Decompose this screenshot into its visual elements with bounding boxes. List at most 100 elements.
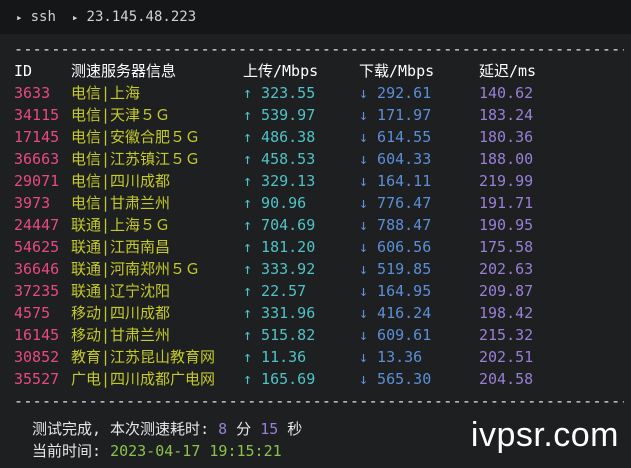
divider-top: ----------------------------------------… xyxy=(14,40,624,58)
summary: 测试完成, 本次测速耗时: 8 分 15 秒 当前时间: 2023-04-17 … xyxy=(32,418,302,462)
row-server: 电信|上海 xyxy=(71,84,141,102)
row-upload: ↑ 181.20 xyxy=(243,238,316,256)
row-id: 37235 xyxy=(14,282,60,300)
row-server: 电信|安徽合肥５Ｇ xyxy=(71,128,201,146)
row-latency: 190.95 xyxy=(479,216,534,234)
row-id: 30852 xyxy=(14,348,60,366)
row-latency: 219.99 xyxy=(479,172,534,190)
row-upload: ↑ 90.96 xyxy=(243,194,307,212)
row-download: ↓ 788.47 xyxy=(359,216,432,234)
result-table: 3633 电信|上海 ↑ 323.55 ↓ 292.61 140.62 34115 电信|天… xyxy=(14,82,624,390)
row-upload: ↑ 486.38 xyxy=(243,128,316,146)
row-upload: ↑ 539.97 xyxy=(243,106,316,124)
row-download: ↓ 776.47 xyxy=(359,194,432,212)
table-row: 36646 联通|河南郑州５Ｇ ↑ 333.92 ↓ 519.85 202.63 xyxy=(14,258,624,280)
duration-sec-unit: 秒 xyxy=(278,420,303,438)
row-server: 联通|江西南昌 xyxy=(71,238,171,256)
duration-min-unit: 分 xyxy=(227,420,261,438)
table-row: 3973 电信|甘肃兰州 ↑ 90.96 ↓ 776.47 191.71 xyxy=(14,192,624,214)
row-server: 电信|四川成都 xyxy=(71,172,171,190)
row-upload: ↑ 11.36 xyxy=(243,348,307,366)
row-upload: ↑ 515.82 xyxy=(243,326,316,344)
table-row: 24447 联通|上海５Ｇ ↑ 704.69 ↓ 788.47 190.95 xyxy=(14,214,624,236)
header-name: 测速服务器信息 xyxy=(71,62,177,80)
table-row: 54625 联通|江西南昌 ↑ 181.20 ↓ 606.56 175.58 xyxy=(14,236,624,258)
row-latency: 175.58 xyxy=(479,238,534,256)
row-upload: ↑ 331.96 xyxy=(243,304,316,322)
row-id: 3633 xyxy=(14,84,51,102)
table-header: ID 测速服务器信息 上传/Mbps 下载/Mbps 延迟/ms xyxy=(14,60,624,82)
table-row: 4575 移动|四川成都 ↑ 331.96 ↓ 416.24 198.42 xyxy=(14,302,624,324)
table-row: 16145 移动|甘肃兰州 ↑ 515.82 ↓ 609.61 215.32 xyxy=(14,324,624,346)
divider-bottom: ----------------------------------------… xyxy=(14,392,624,410)
row-id: 24447 xyxy=(14,216,60,234)
row-download: ↓ 164.95 xyxy=(359,282,432,300)
header-latency: 延迟/ms xyxy=(479,62,537,80)
row-latency: 215.32 xyxy=(479,326,534,344)
table-row: 35527 广电|四川成都广电网 ↑ 165.69 ↓ 565.30 204.58 xyxy=(14,368,624,390)
row-latency: 202.51 xyxy=(479,348,534,366)
row-server: 移动|四川成都 xyxy=(71,304,171,322)
row-id: 35527 xyxy=(14,370,60,388)
table-row: 37235 联通|辽宁沈阳 ↑ 22.57 ↓ 164.95 209.87 xyxy=(14,280,624,302)
row-upload: ↑ 458.53 xyxy=(243,150,316,168)
row-latency: 191.71 xyxy=(479,194,534,212)
table-row: 34115 电信|天津５Ｇ ↑ 539.97 ↓ 171.97 183.24 xyxy=(14,104,624,126)
chevron-right-icon: ▸ xyxy=(16,10,23,24)
row-download: ↓ 565.30 xyxy=(359,370,432,388)
tab-bar: ▸ ssh ▸ 23.145.48.223 xyxy=(0,0,631,34)
duration-minutes: 8 xyxy=(218,420,228,438)
terminal-output[interactable]: ----------------------------------------… xyxy=(14,38,624,412)
row-download: ↓ 519.85 xyxy=(359,260,432,278)
row-upload: ↑ 333.92 xyxy=(243,260,316,278)
time-value: 2023-04-17 19:15:21 xyxy=(110,442,282,460)
row-upload: ↑ 165.69 xyxy=(243,370,316,388)
row-download: ↓ 164.11 xyxy=(359,172,432,190)
duration-prefix: 测试完成, 本次测速耗时: xyxy=(32,420,219,438)
row-download: ↓ 609.61 xyxy=(359,326,432,344)
row-download: ↓ 614.55 xyxy=(359,128,432,146)
table-row: 36663 电信|江苏镇江５Ｇ ↑ 458.53 ↓ 604.33 188.00 xyxy=(14,148,624,170)
breadcrumb-host[interactable]: 23.145.48.223 xyxy=(87,9,197,25)
row-download: ↓ 416.24 xyxy=(359,304,432,322)
row-id: 36646 xyxy=(14,260,60,278)
row-download: ↓ 292.61 xyxy=(359,84,432,102)
row-id: 4575 xyxy=(14,304,51,322)
row-id: 34115 xyxy=(14,106,60,124)
row-latency: 183.24 xyxy=(479,106,534,124)
table-row: 29071 电信|四川成都 ↑ 329.13 ↓ 164.11 219.99 xyxy=(14,170,624,192)
header-upload: 上传/Mbps xyxy=(243,62,319,80)
header-download: 下载/Mbps xyxy=(359,62,435,80)
row-upload: ↑ 329.13 xyxy=(243,172,316,190)
row-download: ↓ 606.56 xyxy=(359,238,432,256)
row-latency: 202.63 xyxy=(479,260,534,278)
row-id: 17145 xyxy=(14,128,60,146)
row-server: 电信|天津５Ｇ xyxy=(71,106,171,124)
row-latency: 209.87 xyxy=(479,282,534,300)
table-row: 17145 电信|安徽合肥５Ｇ ↑ 486.38 ↓ 614.55 180.36 xyxy=(14,126,624,148)
table-row: 3633 电信|上海 ↑ 323.55 ↓ 292.61 140.62 xyxy=(14,82,624,104)
row-id: 36663 xyxy=(14,150,60,168)
chevron-right-icon: ▸ xyxy=(71,10,79,24)
breadcrumb-ssh[interactable]: ssh xyxy=(31,9,56,25)
row-upload: ↑ 323.55 xyxy=(243,84,316,102)
row-server: 教育|江苏昆山教育网 xyxy=(71,348,216,366)
summary-time: 当前时间: 2023-04-17 19:15:21 xyxy=(32,440,302,462)
row-server: 联通|河南郑州５Ｇ xyxy=(71,260,201,278)
row-latency: 188.00 xyxy=(479,150,534,168)
row-upload: ↑ 22.57 xyxy=(243,282,307,300)
row-latency: 204.58 xyxy=(479,370,534,388)
time-label: 当前时间: xyxy=(32,442,111,460)
row-latency: 140.62 xyxy=(479,84,534,102)
row-download: ↓ 13.36 xyxy=(359,348,423,366)
row-id: 16145 xyxy=(14,326,60,344)
row-id: 54625 xyxy=(14,238,60,256)
row-latency: 198.42 xyxy=(479,304,534,322)
row-upload: ↑ 704.69 xyxy=(243,216,316,234)
row-server: 电信|甘肃兰州 xyxy=(71,194,171,212)
summary-duration: 测试完成, 本次测速耗时: 8 分 15 秒 xyxy=(32,418,302,440)
row-server: 联通|上海５Ｇ xyxy=(71,216,171,234)
header-id: ID xyxy=(14,62,33,80)
watermark-logo: ivpsr.com xyxy=(470,416,619,454)
row-download: ↓ 171.97 xyxy=(359,106,432,124)
